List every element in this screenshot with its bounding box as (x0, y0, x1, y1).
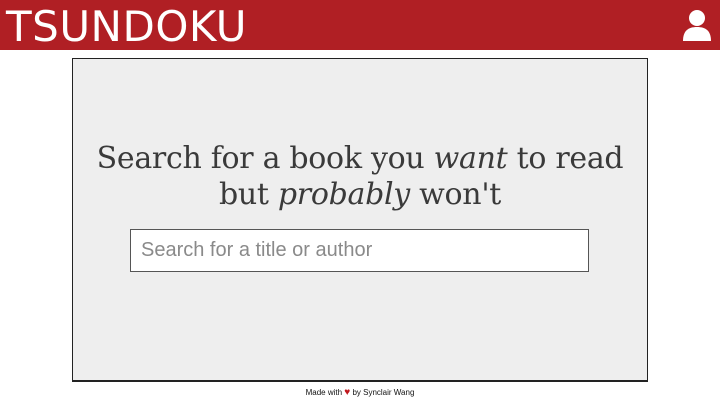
headline-text: won't (409, 177, 502, 212)
headline-emphasis-want: want (433, 141, 508, 176)
top-bar: TSUNDOKU (0, 0, 720, 51)
search-panel: Search for a book you want to read but p… (72, 58, 648, 382)
headline-text: Search for a book you (96, 141, 434, 176)
footer-credit: Made with ♥ by Synclair Wang (0, 387, 720, 399)
footer-prefix: Made with (305, 388, 345, 397)
site-logo-title[interactable]: TSUNDOKU (6, 0, 247, 51)
footer-suffix: by Synclair Wang (350, 388, 415, 397)
search-input[interactable] (130, 229, 589, 272)
headline-emphasis-probably: probably (277, 177, 410, 212)
page-headline: Search for a book you want to read but p… (73, 141, 647, 213)
user-icon[interactable] (682, 9, 712, 41)
headline-text: but (218, 177, 278, 212)
headline-text: to read (507, 141, 624, 176)
